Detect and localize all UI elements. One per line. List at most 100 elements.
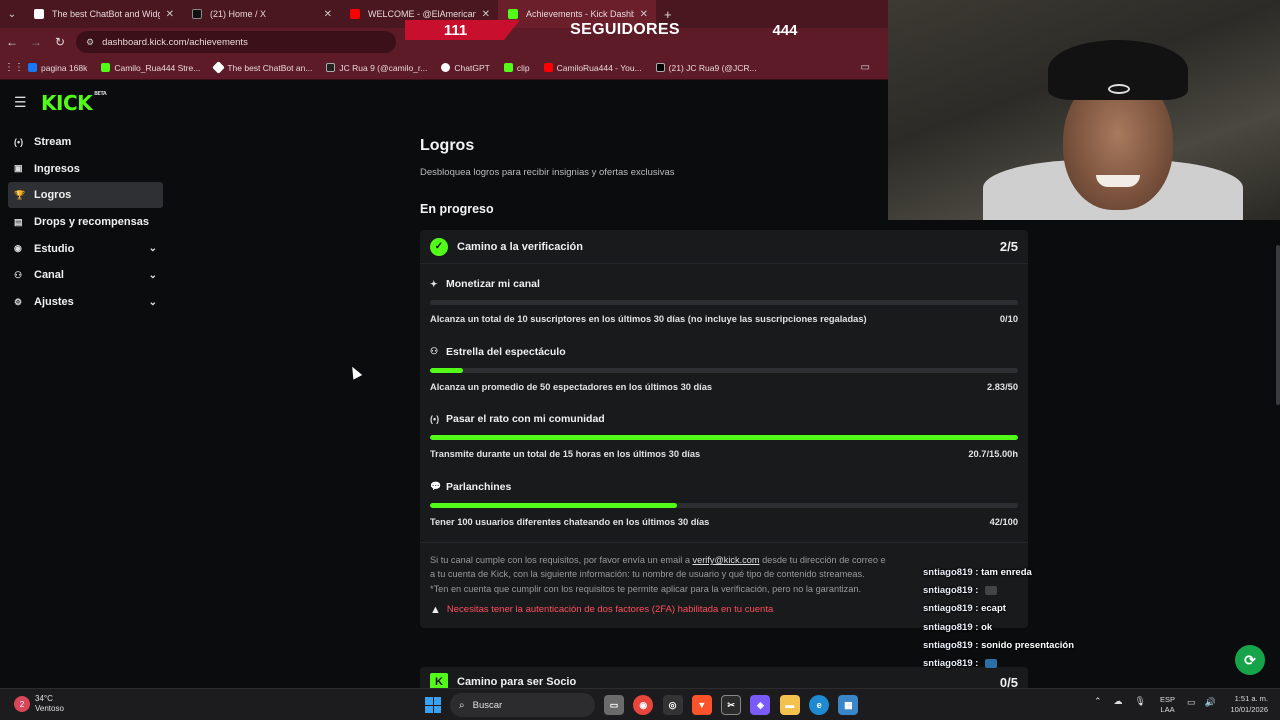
file-explorer-icon[interactable]: ▬ (779, 695, 800, 715)
sidebar-item-drops[interactable]: ▤ Drops y recompensas (8, 209, 163, 235)
warning-text: Necesitas tener la autenticación de dos … (446, 604, 774, 615)
windows-start-icon[interactable] (425, 697, 441, 713)
bookmark-favicon-icon (28, 63, 37, 72)
trophy-icon: 🏆 (14, 189, 26, 200)
folder-icon[interactable]: ▭ (861, 62, 870, 73)
page-subtitle: Desbloquea logros para recibir insignias… (420, 167, 675, 178)
back-arrow-icon[interactable]: ← (0, 35, 24, 49)
mouse-cursor-icon (347, 364, 363, 380)
taskbar-search[interactable]: ⌕ Buscar (450, 693, 595, 717)
bookmark-label: CamiloRua444 - You... (556, 62, 642, 73)
url-field[interactable]: ⚙ dashboard.kick.com/achievements (76, 31, 396, 53)
weather-temperature: 34°C (35, 694, 53, 703)
search-placeholder: Buscar (472, 699, 503, 711)
sidebar-item-ajustes[interactable]: ⚙ Ajustes ⌄ (8, 289, 163, 315)
chevron-down-icon[interactable]: ⌄ (149, 297, 157, 308)
close-icon[interactable]: ✕ (640, 9, 648, 20)
reload-icon[interactable]: ↻ (48, 35, 72, 49)
bookmark-item[interactable]: The best ChatBot an... (212, 61, 312, 74)
store-icon[interactable]: ▦ (838, 695, 859, 715)
sidebar-item-stream[interactable]: (•) Stream (8, 129, 163, 155)
bookmark-item[interactable]: clip (503, 62, 530, 73)
network-icon[interactable]: ▭ (1187, 697, 1196, 708)
capcut-icon[interactable]: ✂ (721, 695, 742, 715)
sidebar-item-canal[interactable]: ⚇ Canal ⌄ (8, 262, 163, 288)
apps-grid-icon[interactable]: ⋮⋮ (0, 62, 28, 73)
chevron-down-icon[interactable]: ⌄ (149, 243, 157, 254)
tab-favicon-icon (34, 9, 44, 19)
system-icons: ▭ 🔊 (1187, 697, 1225, 708)
close-icon[interactable]: ✕ (324, 9, 332, 20)
close-icon[interactable]: ✕ (166, 9, 174, 20)
tab-title: WELCOME - @ElAmericano4KT (368, 9, 476, 19)
viewers-icon: ⚇ (430, 346, 439, 356)
search-icon: ⌕ (459, 699, 465, 711)
chat-separator: : (972, 603, 982, 615)
bookmark-item[interactable]: Camilo_Rua444 Stre... (101, 63, 200, 73)
weather-widget[interactable]: 2 34°C Ventoso (14, 694, 64, 714)
chevron-down-icon[interactable]: ⌄ (149, 270, 157, 281)
bookmark-item[interactable]: (21) JC Rua9 (@JCR... (655, 62, 757, 73)
site-info-icon[interactable]: ⚙ (86, 37, 94, 48)
bookmark-label: clip (516, 62, 530, 73)
chat-username: sntiago819 (923, 639, 973, 651)
broadcast-icon: (•) (14, 137, 24, 147)
copilot-icon[interactable]: ◈ (750, 695, 771, 715)
footer-text: Si tu canal cumple con los requisitos, p… (430, 555, 693, 565)
verification-card-header[interactable]: ✓ Camino a la verificación 2/5 (420, 230, 1028, 264)
obs-icon[interactable]: ◎ (662, 695, 683, 715)
support-chat-button[interactable]: ⟳ (1235, 645, 1265, 675)
task-view-icon[interactable]: ▭ (604, 695, 624, 715)
sidebar-item-logros[interactable]: 🏆 Logros (8, 182, 163, 209)
chat-text: ok (981, 621, 993, 633)
followers-overlay: 111 SEGUIDORES 444 (405, 20, 835, 40)
requirement-value: 2.83/50 (986, 381, 1018, 392)
forward-arrow-icon[interactable]: → (24, 35, 48, 49)
chat-separator: : (972, 639, 982, 651)
tab-favicon-icon (350, 9, 360, 19)
browser-tab[interactable]: The best ChatBot and Widgets ✕ (24, 0, 182, 28)
bookmark-item[interactable]: CamiloRua444 - You... (543, 62, 642, 73)
chat-message: sntiago819 : (920, 654, 1120, 672)
chevron-up-icon[interactable]: ⌃ (1094, 696, 1102, 707)
requirement-title: Estrella del espectáculo (446, 345, 566, 358)
bookmark-label: (21) JC Rua9 (@JCR... (668, 62, 757, 73)
webcam-person-smile (1096, 175, 1140, 187)
taskbar-clock[interactable]: 1:51 a. m. 10/01/2026 (1222, 694, 1268, 715)
followers-goal-count: 444 (772, 21, 798, 39)
brave-icon[interactable]: ▼ (691, 695, 712, 715)
menu-hamburger-icon[interactable]: ☰ (14, 94, 27, 111)
broadcast-icon: (•) (430, 414, 440, 424)
kick-logo[interactable]: KICK BETA (41, 91, 107, 115)
requirement-progress-bar (430, 367, 1018, 373)
browser-tab[interactable]: (21) Home / X ✕ (182, 0, 340, 28)
verification-card-title: Camino a la verificación (457, 240, 583, 253)
bookmark-favicon-icon (655, 63, 665, 72)
verify-email-link[interactable]: verify@kick.com (693, 555, 760, 565)
tab-title: The best ChatBot and Widgets (52, 9, 160, 19)
edge-icon[interactable]: e (809, 695, 830, 715)
sparkle-icon: ✦ (430, 278, 438, 289)
page-scrollbar[interactable] (1276, 245, 1280, 405)
close-icon[interactable]: ✕ (482, 9, 490, 20)
sidebar-item-ingresos[interactable]: ▣ Ingresos (8, 156, 163, 182)
bookmark-item[interactable]: pagina 168k (28, 63, 87, 73)
tab-search-icon[interactable]: ⌄ (0, 0, 24, 28)
language-layout: LAA (1160, 705, 1175, 714)
channel-icon: ⚇ (14, 269, 23, 280)
microphone-icon[interactable]: 🎙 (1135, 696, 1146, 707)
taskbar-apps: ▭ ◉ ◎ ▼ ✂ ◈ ▬ e ▦ (604, 695, 868, 715)
sidebar-item-estudio[interactable]: ◉ Estudio ⌄ (8, 236, 163, 262)
cloud-icon[interactable]: ☁ (1114, 696, 1123, 707)
tab-title: (21) Home / X (210, 9, 267, 19)
bookmark-item[interactable]: ChatGPT (441, 62, 490, 73)
dashboard-sidebar: (•) Stream ▣ Ingresos 🏆 Logros ▤ Drops y… (8, 129, 163, 316)
chat-separator: : (972, 566, 982, 578)
language-indicator[interactable]: ESP LAA (1160, 695, 1175, 715)
requirement-description: Alcanza un promedio de 50 espectadores e… (430, 381, 713, 392)
chrome-icon[interactable]: ◉ (633, 695, 654, 715)
bookmark-item[interactable]: JC Rua 9 (@camilo_r... (326, 63, 427, 73)
volume-icon[interactable]: 🔊 (1205, 697, 1216, 708)
bookmark-label: ChatGPT (454, 62, 490, 73)
chat-separator: : (972, 621, 982, 633)
